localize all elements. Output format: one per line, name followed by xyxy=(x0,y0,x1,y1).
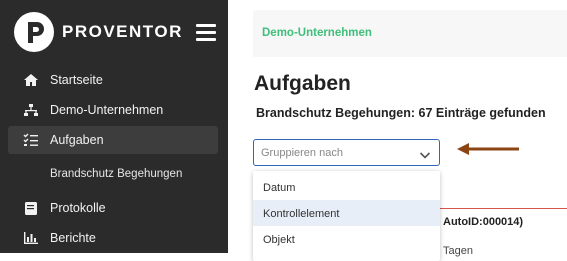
sidebar: PROVENTOR Startseite Demo-Unternehmen Au… xyxy=(0,0,228,253)
groupby-select[interactable]: Gruppieren nach xyxy=(253,139,440,166)
home-icon xyxy=(22,72,40,88)
nav-item-aufgaben[interactable]: Aufgaben xyxy=(8,126,218,154)
nav-item-berichte[interactable]: Berichte xyxy=(8,224,218,252)
breadcrumb: Demo-Unternehmen xyxy=(253,10,567,57)
dropdown-option-objekt[interactable]: Objekt xyxy=(253,226,440,252)
page-title: Aufgaben xyxy=(254,72,351,95)
logo-icon[interactable] xyxy=(14,12,54,52)
nav-item-demo-unternehmen[interactable]: Demo-Unternehmen xyxy=(8,96,218,124)
bar-chart-icon xyxy=(22,230,40,246)
checklist-icon xyxy=(22,132,40,148)
nav-item-label: Protokolle xyxy=(50,201,106,215)
breadcrumb-link[interactable]: Demo-Unternehmen xyxy=(262,27,372,39)
book-icon xyxy=(22,200,40,216)
nav-subitem-brandschutz-begehungen[interactable]: Brandschutz Begehungen xyxy=(50,168,182,180)
nav-item-label: Aufgaben xyxy=(50,133,104,147)
org-icon xyxy=(22,102,40,118)
dropdown-option-kontrollelement[interactable]: Kontrollelement xyxy=(253,200,440,226)
chevron-down-icon[interactable] xyxy=(419,147,431,165)
dropdown-option-datum[interactable]: Datum xyxy=(253,174,440,200)
main-content: Demo-Unternehmen Aufgaben Brandschutz Be… xyxy=(228,0,567,261)
hamburger-menu-icon[interactable] xyxy=(196,24,216,42)
nav-item-label: Berichte xyxy=(50,231,96,245)
list-item-text: Tagen xyxy=(443,245,473,257)
pointer-arrow-icon xyxy=(455,141,521,162)
groupby-dropdown: Datum Kontrollelement Objekt xyxy=(253,171,440,261)
nav-item-label: Startseite xyxy=(50,73,103,87)
list-item-id: AutoID:000014) xyxy=(443,216,524,228)
brand-name: PROVENTOR xyxy=(62,22,183,41)
nav-item-startseite[interactable]: Startseite xyxy=(8,66,218,94)
nav-item-protokolle[interactable]: Protokolle xyxy=(8,194,218,222)
nav-item-label: Demo-Unternehmen xyxy=(50,103,164,117)
result-count: Brandschutz Begehungen: 67 Einträge gefu… xyxy=(256,106,546,120)
groupby-placeholder: Gruppieren nach xyxy=(261,147,343,159)
table-divider xyxy=(440,208,567,209)
